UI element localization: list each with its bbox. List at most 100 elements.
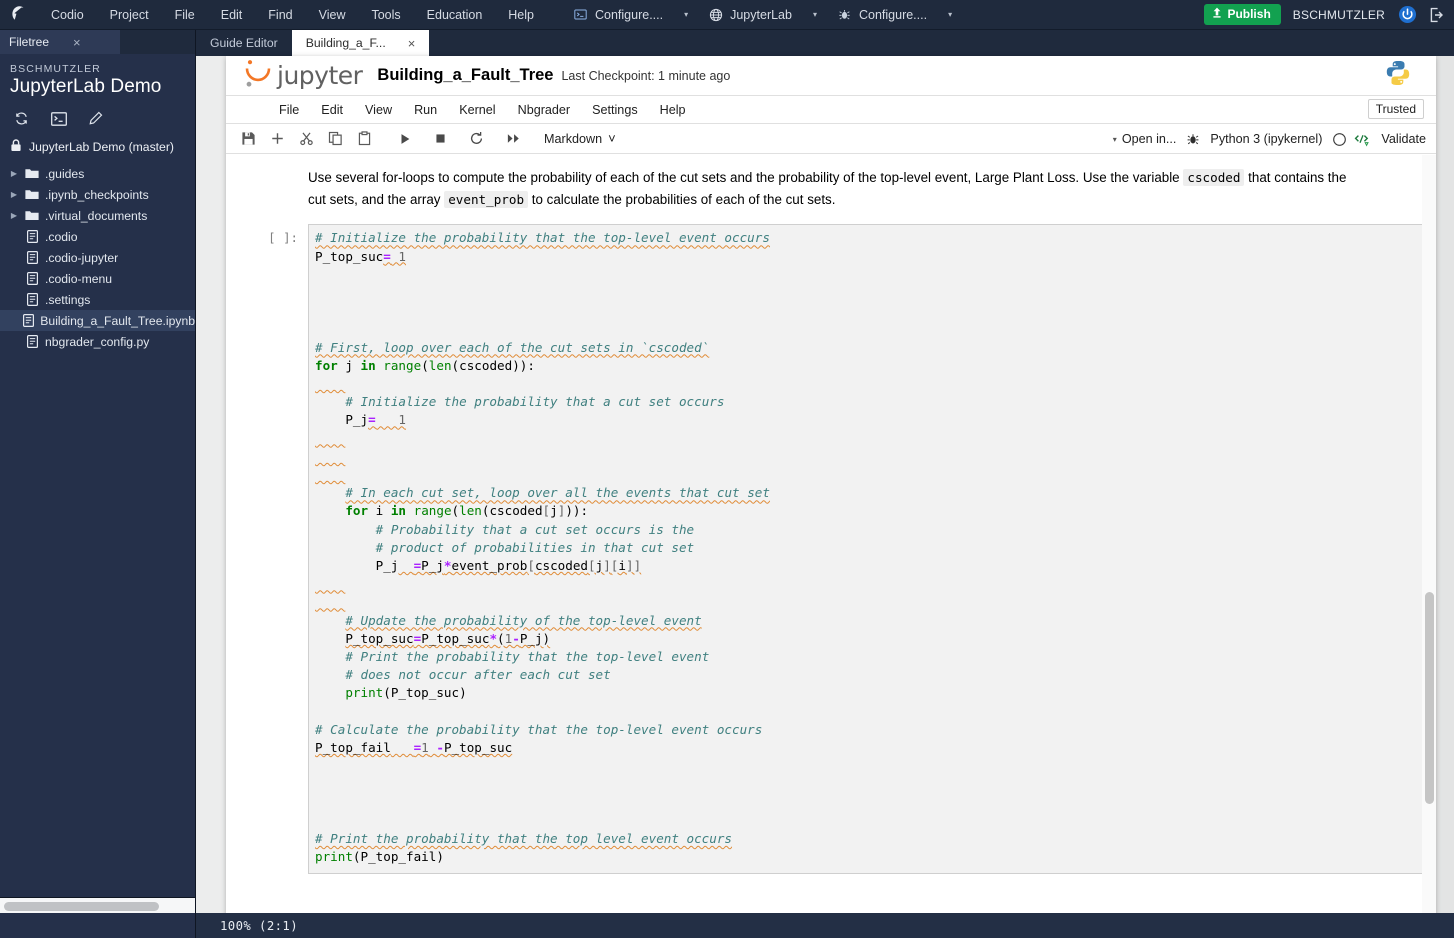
- save-icon[interactable]: [236, 127, 261, 151]
- configure-debug-dropdown[interactable]: Configure.... ▾: [827, 7, 962, 22]
- chevron-down-icon[interactable]: ▾: [684, 10, 688, 19]
- code-cell[interactable]: [ ]: # Initialize the probability that t…: [226, 210, 1436, 874]
- close-icon[interactable]: ×: [73, 36, 81, 49]
- menu-project[interactable]: Project: [97, 0, 162, 30]
- validate-button[interactable]: Validate: [1381, 132, 1426, 146]
- trusted-badge[interactable]: Trusted: [1367, 99, 1424, 119]
- chevron-right-icon[interactable]: ▶: [6, 169, 22, 178]
- chevron-down-icon[interactable]: ▾: [813, 10, 817, 19]
- edit-icon[interactable]: [87, 110, 104, 127]
- codio-logo[interactable]: [0, 5, 38, 24]
- code-editor[interactable]: # Initialize the probability that the to…: [308, 224, 1424, 874]
- tree-row-ipynb-checkpoints[interactable]: ▶ .ipynb_checkpoints: [0, 184, 195, 205]
- file-icon: [22, 335, 42, 348]
- tree-row-virtual-documents[interactable]: ▶ .virtual_documents: [0, 205, 195, 226]
- paste-icon[interactable]: [352, 127, 377, 151]
- stop-icon[interactable]: [428, 127, 453, 151]
- notebook-body: Use several for-loops to compute the pro…: [226, 155, 1436, 925]
- menu-file[interactable]: File: [162, 0, 208, 30]
- notebook-vertical-scrollbar[interactable]: [1422, 155, 1436, 925]
- markdown-text-c: to calculate the probabilities of each o…: [528, 191, 836, 207]
- status-text: 100% (2:1): [220, 918, 299, 933]
- chevron-right-icon[interactable]: ▶: [6, 211, 22, 220]
- tree-label: .guides: [45, 166, 85, 181]
- open-in-dropdown[interactable]: ▾ Open in...: [1113, 132, 1177, 146]
- tree-row-guides[interactable]: ▶ .guides: [0, 163, 195, 184]
- chevron-right-icon[interactable]: ▶: [6, 190, 22, 199]
- logout-icon[interactable]: [1426, 5, 1446, 25]
- configure-terminal-dropdown[interactable]: Configure.... ▾: [563, 7, 698, 22]
- tree-row-settings[interactable]: ▶ .settings: [0, 289, 195, 310]
- cell-type-dropdown[interactable]: Markdown ˅: [544, 132, 616, 146]
- filetree-tabrow: Filetree ×: [0, 30, 195, 54]
- menu-education[interactable]: Education: [414, 0, 496, 30]
- chevron-down-icon[interactable]: ˅: [608, 132, 616, 145]
- tree-label: nbgrader_config.py: [45, 334, 150, 349]
- restart-run-all-icon[interactable]: [501, 127, 526, 151]
- chevron-down-icon[interactable]: ▾: [948, 10, 952, 19]
- cut-icon[interactable]: [294, 127, 319, 151]
- spacer: ▶: [6, 316, 20, 325]
- repo-label: JupyterLab Demo (master): [29, 140, 174, 154]
- filetree-tab-label: Filetree: [9, 35, 50, 49]
- nb-menu-file[interactable]: File: [268, 96, 310, 124]
- menu-codio[interactable]: Codio: [38, 0, 97, 30]
- nb-menu-edit[interactable]: Edit: [310, 96, 354, 124]
- add-cell-icon[interactable]: [265, 127, 290, 151]
- tree-row-codio-menu[interactable]: ▶ .codio-menu: [0, 268, 195, 289]
- publish-button[interactable]: Publish: [1204, 4, 1281, 25]
- menu-edit[interactable]: Edit: [208, 0, 256, 30]
- code-brackets-icon[interactable]: [1353, 131, 1371, 147]
- bug-icon: [837, 7, 852, 22]
- python-logo: [1384, 59, 1412, 92]
- close-icon[interactable]: ×: [408, 37, 416, 50]
- tree-label: .virtual_documents: [45, 208, 148, 223]
- notebook-panel: jupyter Building_a_Fault_Tree Last Check…: [226, 56, 1436, 925]
- kernel-idle-circle-icon[interactable]: [1332, 132, 1347, 147]
- tree-row-codio-jupyter[interactable]: ▶ .codio-jupyter: [0, 247, 195, 268]
- markdown-cell[interactable]: Use several for-loops to compute the pro…: [226, 155, 1391, 210]
- nb-menu-view[interactable]: View: [354, 96, 403, 124]
- tree-label: .codio-jupyter: [45, 250, 119, 265]
- jupyter-logo[interactable]: jupyter: [244, 58, 363, 93]
- inline-code-event-prob: event_prob: [444, 190, 529, 208]
- configure-debug-label: Configure....: [858, 7, 928, 22]
- menu-tools[interactable]: Tools: [358, 0, 413, 30]
- nb-menu-nbgrader[interactable]: Nbgrader: [507, 96, 582, 124]
- nb-menu-settings[interactable]: Settings: [581, 96, 649, 124]
- filetree-tab[interactable]: Filetree ×: [0, 30, 120, 54]
- repo-row[interactable]: JupyterLab Demo (master): [0, 135, 195, 161]
- tree-label: Building_a_Fault_Tree.ipynb: [40, 313, 195, 328]
- run-icon[interactable]: [392, 127, 417, 151]
- copy-icon[interactable]: [323, 127, 348, 151]
- spacer: ▶: [6, 253, 22, 262]
- file-tree: ▶ .guides ▶ .ipynb_checkpoints ▶ .virtua…: [0, 161, 195, 352]
- tree-row-codio[interactable]: ▶ .codio: [0, 226, 195, 247]
- scrollbar-thumb[interactable]: [4, 902, 159, 911]
- tree-label: .settings: [45, 292, 91, 307]
- file-icon: [20, 314, 37, 327]
- menu-view[interactable]: View: [306, 0, 359, 30]
- jupyter-mark-icon: [244, 58, 272, 93]
- kernel-name-label[interactable]: Python 3 (ipykernel): [1210, 132, 1322, 146]
- filetree-horizontal-scrollbar[interactable]: [0, 897, 195, 913]
- publish-label: Publish: [1227, 7, 1271, 21]
- terminal-icon[interactable]: [50, 110, 67, 127]
- scrollbar-thumb[interactable]: [1425, 592, 1434, 804]
- nb-menu-help[interactable]: Help: [649, 96, 697, 124]
- nb-menu-kernel[interactable]: Kernel: [448, 96, 506, 124]
- menu-help[interactable]: Help: [495, 0, 547, 30]
- tab-guide-editor[interactable]: Guide Editor: [196, 30, 292, 56]
- tree-row-building-a-fault-tree[interactable]: ▶ Building_a_Fault_Tree.ipynb: [0, 310, 195, 331]
- restart-icon[interactable]: [464, 127, 489, 151]
- jupyterlab-dropdown[interactable]: JupyterLab ▾: [698, 7, 827, 22]
- tree-row-nbgrader-config[interactable]: ▶ nbgrader_config.py: [0, 331, 195, 352]
- notebook-title[interactable]: Building_a_Fault_Tree: [377, 66, 553, 85]
- tab-building-a-fault-tree[interactable]: Building_a_F... ×: [291, 30, 430, 56]
- terminal-icon: [573, 7, 588, 22]
- menu-find[interactable]: Find: [255, 0, 305, 30]
- nb-menu-run[interactable]: Run: [403, 96, 448, 124]
- power-icon[interactable]: [1397, 5, 1417, 25]
- bug-icon[interactable]: [1186, 132, 1200, 146]
- refresh-icon[interactable]: [13, 110, 30, 127]
